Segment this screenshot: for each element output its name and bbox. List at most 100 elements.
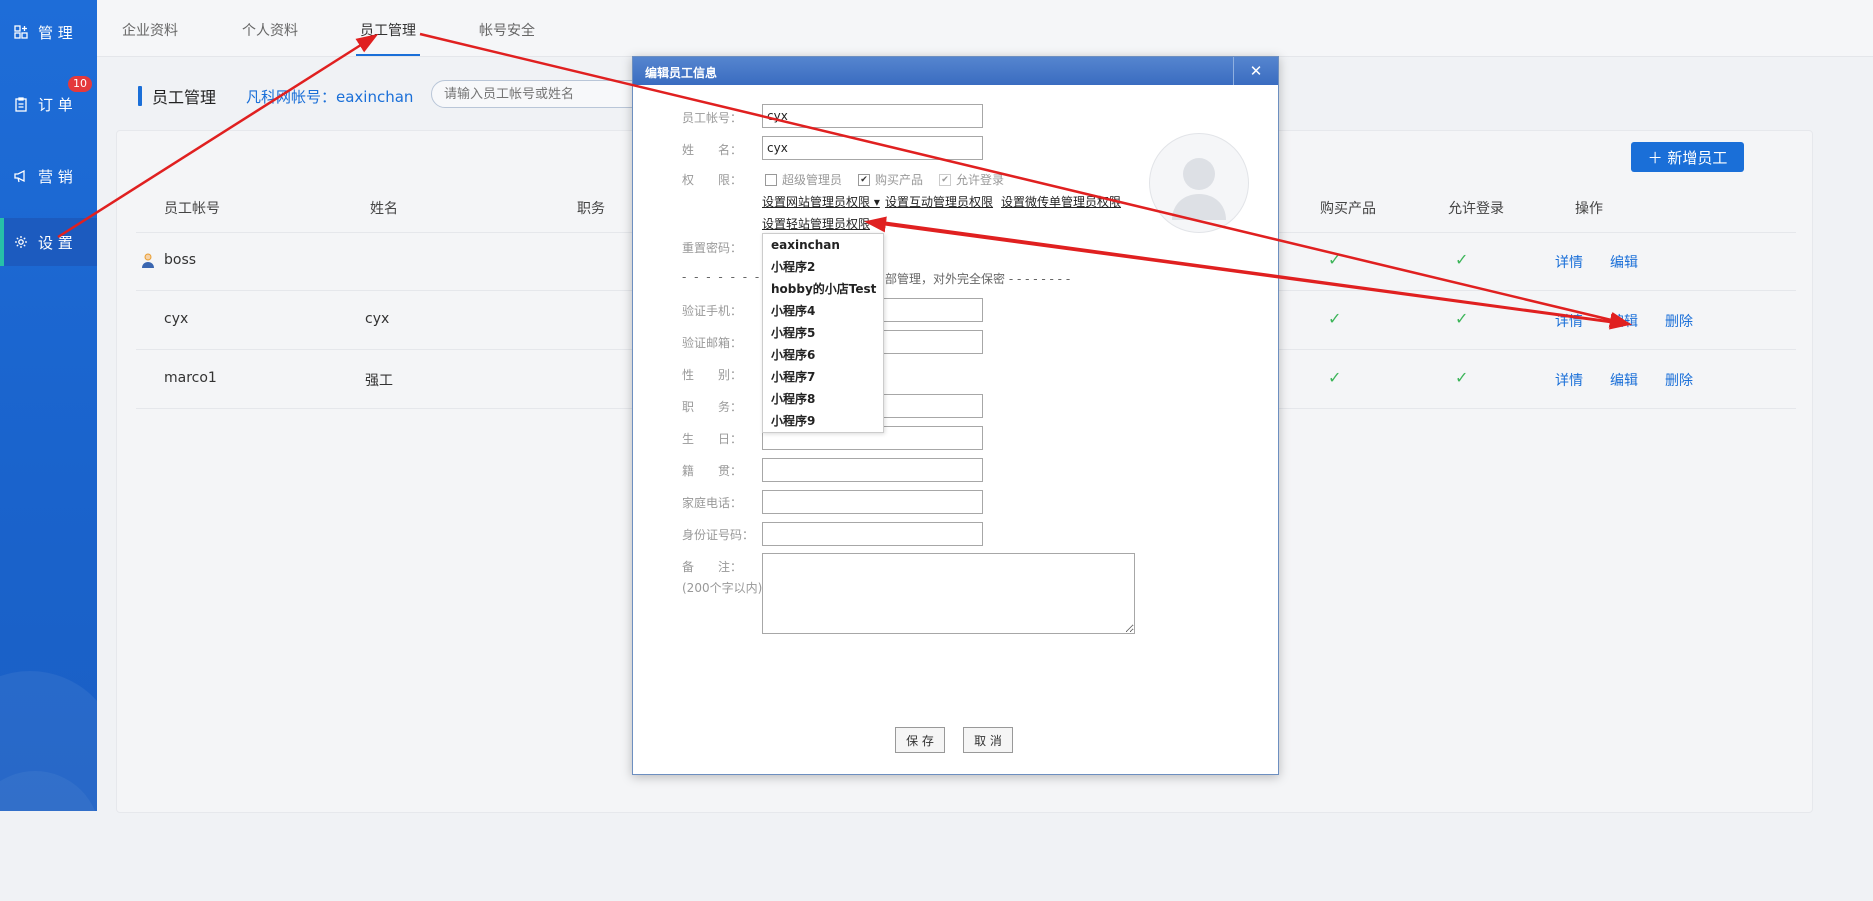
dropdown-option[interactable]: 小程序8 xyxy=(763,388,883,410)
checkbox-label: 购买产品 xyxy=(875,173,924,187)
dropdown-option[interactable]: 小程序5 xyxy=(763,322,883,344)
save-button[interactable]: 保 存 xyxy=(895,727,945,753)
account-label: 凡科网帐号：eaxinchan xyxy=(246,88,414,106)
column-header-actions: 操作 xyxy=(1575,201,1603,217)
close-icon[interactable]: ✕ xyxy=(1233,57,1278,85)
dialog-header: 编辑员工信息 ✕ xyxy=(633,57,1278,85)
checkbox-checked-icon: ✔ xyxy=(858,173,870,186)
column-header-login: 允许登录 xyxy=(1448,201,1504,217)
dropdown-option[interactable]: 小程序6 xyxy=(763,344,883,366)
check-icon: ✓ xyxy=(1328,309,1342,328)
checkbox-label: 允许登录 xyxy=(956,173,1005,187)
email-label: 验证邮箱： xyxy=(682,336,743,350)
allow-login-checkbox[interactable]: ✔ 允许登录 xyxy=(939,171,1004,188)
name-label: 姓 名： xyxy=(682,143,743,157)
buy-product-checkbox[interactable]: ✔ 购买产品 xyxy=(858,171,923,188)
native-place-field[interactable] xyxy=(762,458,983,482)
divider-dashes: - - - - - - - - xyxy=(682,270,774,284)
sidebar-item-label: 设 置 xyxy=(38,233,73,252)
light-site-admin-permission-link[interactable]: 设置轻站管理员权限 xyxy=(762,215,870,232)
checkbox-label: 超级管理员 xyxy=(782,173,843,187)
sidebar-item-label: 管 理 xyxy=(38,23,73,42)
sidebar-item-orders[interactable]: 订 单 10 xyxy=(0,76,97,128)
checkbox-checked-icon: ✔ xyxy=(939,173,951,186)
tab-account-security[interactable]: 帐号安全 xyxy=(479,20,535,40)
sidebar-item-marketing[interactable]: 营 销 xyxy=(0,152,97,200)
table-cell-account: marco1 xyxy=(164,370,217,386)
clipboard-icon xyxy=(14,96,28,112)
privacy-note: 部管理，对外完全保密 - - - - - - - - xyxy=(885,272,1071,286)
dropdown-option[interactable]: 小程序9 xyxy=(763,410,883,432)
avatar-placeholder-icon xyxy=(1172,158,1226,220)
gear-icon xyxy=(14,235,28,249)
phone-label: 验证手机： xyxy=(682,304,743,318)
permission-label: 权 限： xyxy=(682,173,743,187)
check-icon: ✓ xyxy=(1455,250,1469,269)
delete-link[interactable]: 删除 xyxy=(1665,311,1693,331)
site-admin-permission-dropdown[interactable]: 设置网站管理员权限 ▾ xyxy=(762,193,880,210)
sidebar-item-manage[interactable]: 管 理 xyxy=(0,8,97,56)
remark-hint: (200个字以内) xyxy=(682,581,763,595)
table-cell-name: 强工 xyxy=(365,373,393,389)
id-card-label: 身份证号码： xyxy=(682,528,755,542)
checkbox-box xyxy=(765,173,777,186)
page-title: 员工管理 xyxy=(138,85,216,107)
sidebar-item-label: 订 单 xyxy=(38,95,73,114)
dropdown-option[interactable]: 小程序7 xyxy=(763,366,883,388)
sidebar-item-settings[interactable]: 设 置 xyxy=(0,218,97,266)
order-count-badge: 10 xyxy=(68,76,92,92)
sidebar: 管 理 订 单 10 营 销 设 置 xyxy=(0,0,120,901)
column-header-job: 职务 xyxy=(577,201,605,217)
remark-textarea[interactable] xyxy=(762,553,1135,634)
table-cell-account: cyx xyxy=(164,311,189,327)
title-accent-bar xyxy=(138,86,142,106)
id-card-field[interactable] xyxy=(762,522,983,546)
table-cell-name: cyx xyxy=(365,311,390,327)
staff-name-field[interactable] xyxy=(762,136,983,160)
column-header-buy: 购买产品 xyxy=(1320,201,1376,217)
check-icon: ✓ xyxy=(1455,368,1469,387)
gender-label: 性 别： xyxy=(682,368,743,382)
tab-personal-info[interactable]: 个人资料 xyxy=(242,20,298,40)
account-label: 员工帐号： xyxy=(682,111,743,125)
detail-link[interactable]: 详情 xyxy=(1555,311,1583,331)
flyer-admin-permission-link[interactable]: 设置微传单管理员权限 xyxy=(1001,193,1121,210)
megaphone-icon xyxy=(14,169,28,183)
grid-plus-icon xyxy=(14,25,28,39)
add-staff-button[interactable]: ＋ 新增员工 xyxy=(1631,142,1744,172)
job-label: 职 务： xyxy=(682,400,743,414)
staff-account-field[interactable] xyxy=(762,104,983,128)
edit-link[interactable]: 编辑 xyxy=(1610,311,1638,331)
birthday-label: 生 日： xyxy=(682,432,743,446)
page-title-text: 员工管理 xyxy=(152,88,217,107)
home-phone-field[interactable] xyxy=(762,490,983,514)
table-cell-account: boss xyxy=(164,252,197,268)
detail-link[interactable]: 详情 xyxy=(1555,252,1583,272)
avatar[interactable] xyxy=(1149,133,1249,233)
super-admin-checkbox[interactable]: 超级管理员 xyxy=(765,171,842,188)
check-icon: ✓ xyxy=(1455,309,1469,328)
tab-staff-management[interactable]: 员工管理 xyxy=(356,20,420,56)
check-icon: ✓ xyxy=(1328,368,1342,387)
dropdown-option[interactable]: hobby的小店Test xyxy=(763,278,883,300)
native-place-label: 籍 贯： xyxy=(682,464,743,478)
site-selector-dropdown: eaxinchan 小程序2 hobby的小店Test 小程序4 小程序5 小程… xyxy=(762,233,884,433)
interactive-admin-permission-link[interactable]: 设置互动管理员权限 xyxy=(885,193,993,210)
edit-link[interactable]: 编辑 xyxy=(1610,370,1638,390)
edit-link[interactable]: 编辑 xyxy=(1610,252,1638,272)
remark-label: 备 注： xyxy=(682,560,743,574)
edit-staff-dialog: 编辑员工信息 ✕ 员工帐号： 姓 名： 权 限： 超级管理员 ✔ 购买产品 ✔ 允许… xyxy=(632,56,1279,775)
dropdown-option[interactable]: 小程序2 xyxy=(763,256,883,278)
column-header-account: 员工帐号 xyxy=(164,201,220,217)
delete-link[interactable]: 删除 xyxy=(1665,370,1693,390)
detail-link[interactable]: 详情 xyxy=(1555,370,1583,390)
dropdown-option[interactable]: eaxinchan xyxy=(763,234,883,256)
tab-company-info[interactable]: 企业资料 xyxy=(122,20,178,40)
reset-password-label: 重置密码： xyxy=(682,241,743,255)
cancel-button[interactable]: 取 消 xyxy=(963,727,1013,753)
sidebar-item-label: 营 销 xyxy=(38,167,73,186)
dropdown-option[interactable]: 小程序4 xyxy=(763,300,883,322)
home-phone-label: 家庭电话： xyxy=(682,496,743,510)
dialog-title: 编辑员工信息 xyxy=(645,66,718,80)
top-tab-bar: 企业资料 个人资料 员工管理 帐号安全 xyxy=(97,0,1873,57)
